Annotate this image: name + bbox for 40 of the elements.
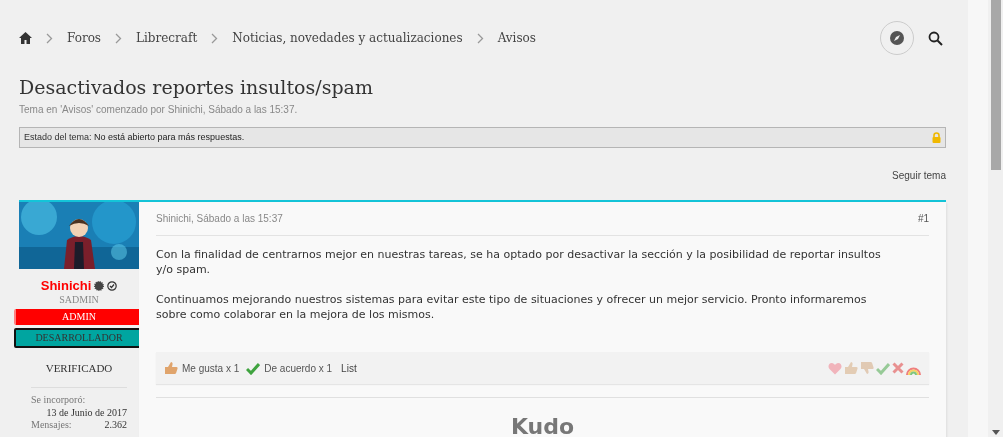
scroll-down-icon[interactable] — [991, 430, 1000, 435]
compass-icon — [890, 31, 904, 45]
thumbs-up-icon — [844, 361, 858, 375]
breadcrumb-link[interactable]: Avisos — [497, 29, 536, 47]
search-icon — [928, 30, 943, 46]
search-button[interactable] — [928, 30, 944, 46]
post-paragraph: Con la finalidad de centrarnos mejor en nuestras tareas, se ha optado por desactivar la sección y la posibilidad de reportar insultos y/o spam. — [156, 247, 882, 277]
status-text: Estado del tema: No está abierto para más respuestas. — [24, 130, 246, 144]
stat-value: 2.362 — [104, 419, 127, 431]
breadcrumb-link[interactable]: Librecraft — [136, 29, 198, 47]
thumbs-down-icon — [860, 361, 874, 375]
thread-title: Desactivados reportes insultos/spam — [19, 75, 374, 99]
post-date[interactable]: Shinichi, Sábado a las 15:37 — [156, 211, 283, 226]
reaction-link[interactable]: De acuerdo x 1 — [246, 360, 333, 376]
post-number[interactable]: #1 — [917, 211, 929, 226]
check-icon — [876, 361, 890, 375]
chevron-icon — [115, 32, 122, 44]
thumbs-up-icon — [164, 361, 178, 375]
breadcrumb-link[interactable]: Foros — [67, 29, 101, 47]
badge-icon — [94, 281, 105, 291]
stat-value: 13 de Junio de 2017 — [45, 406, 127, 419]
check-icon — [246, 361, 261, 375]
chevron-icon — [476, 32, 484, 44]
scrollbar[interactable] — [988, 0, 1003, 437]
stat-label: Mensajes: — [31, 419, 72, 431]
home-icon[interactable] — [19, 32, 32, 44]
stat-label: Se incorporó: — [31, 393, 87, 406]
follow-thread-link[interactable]: Seguir tema — [892, 168, 946, 183]
thread-meta: Tema en 'Avisos' comenzado por Shinichi, Sábado a las 15:37. — [19, 103, 299, 117]
chevron-icon — [211, 32, 219, 44]
user-role-label: VERIFICADO — [45, 362, 113, 374]
signature-text: Kudo — [510, 414, 575, 437]
reaction-list-link[interactable]: List — [341, 360, 357, 376]
verified-icon — [107, 281, 118, 291]
username[interactable]: Shinichi — [40, 278, 92, 294]
reaction-link[interactable]: Me gusta x 1 — [164, 360, 240, 376]
post-paragraph: Continuamos mejorando nuestros sistemas para evitar este tipo de situaciones y ofrecer un mejor servicio. Pronto informaremos sobre como colaborar en la mejora de los mismos. — [156, 292, 868, 322]
user-title: SADMIN — [58, 294, 100, 306]
chevron-icon — [46, 32, 53, 44]
breadcrumb-link[interactable]: Noticias, novedades y actualizaciones — [232, 29, 463, 47]
